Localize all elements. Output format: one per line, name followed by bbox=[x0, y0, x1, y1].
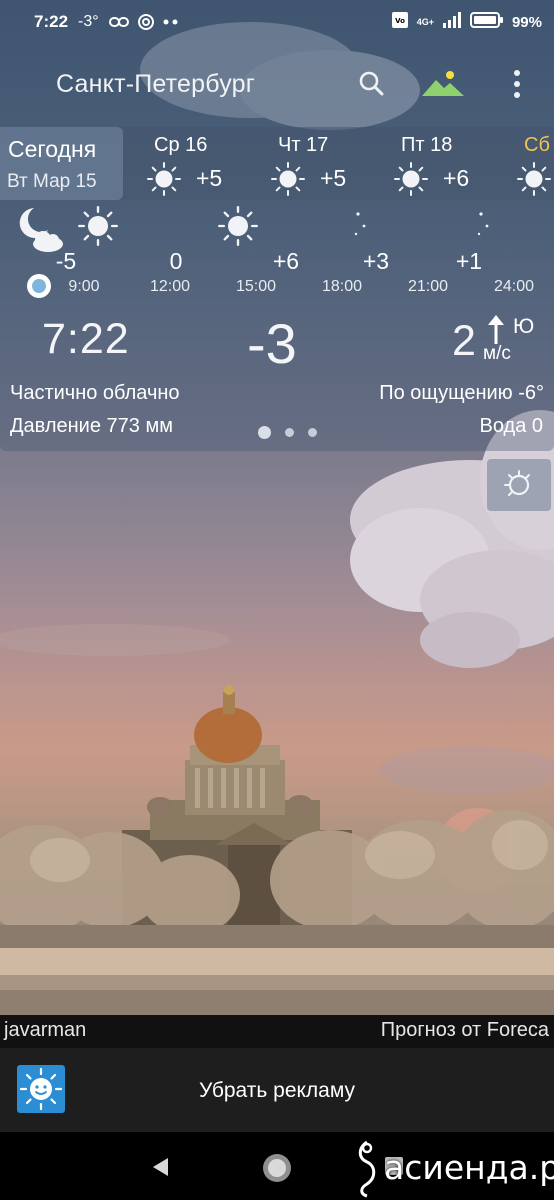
water-temp: Вода 0 bbox=[479, 415, 544, 437]
remove-ads-button[interactable]: Убрать рекламу bbox=[0, 1079, 554, 1103]
day-temp: +6 bbox=[443, 165, 470, 191]
day-item[interactable]: Пт 18 +6 bbox=[387, 127, 497, 200]
hour-label: 21:00 bbox=[407, 278, 449, 295]
wind-speed: 2 bbox=[452, 317, 476, 365]
app-bar: Санкт-Петербург bbox=[0, 56, 554, 114]
svg-text:Vo: Vo bbox=[395, 17, 405, 25]
sun-icon bbox=[517, 162, 551, 196]
feels-like: По ощущению -6° bbox=[379, 382, 544, 404]
moon-stars-icon bbox=[475, 206, 515, 246]
hour-temp: -5 bbox=[55, 248, 77, 274]
at-sign-icon bbox=[137, 13, 155, 31]
hour-temp: 0 bbox=[169, 248, 183, 274]
day-night-toggle-button[interactable] bbox=[487, 459, 551, 511]
watermark-text: асиенда.ру bbox=[384, 1148, 554, 1187]
site-watermark: асиенда.ру bbox=[350, 1138, 554, 1200]
sun-icon bbox=[78, 206, 118, 246]
day-name: Ср 16 bbox=[154, 134, 208, 156]
search-icon[interactable] bbox=[356, 68, 388, 100]
battery-percent: 99% bbox=[511, 13, 542, 31]
city-title[interactable]: Санкт-Петербург bbox=[56, 70, 255, 99]
battery-icon bbox=[469, 11, 504, 34]
forecast-source[interactable]: Прогноз от Foreca bbox=[381, 1019, 549, 1042]
moon-cloud-icon bbox=[12, 204, 68, 254]
hour-label: 12:00 bbox=[149, 278, 191, 295]
back-icon[interactable] bbox=[150, 1156, 170, 1178]
hour-label: 18:00 bbox=[321, 278, 363, 295]
day-today-date: Вт Мар 15 bbox=[7, 171, 97, 192]
moon-stars-icon bbox=[352, 206, 392, 246]
hour-temp: +1 bbox=[455, 248, 483, 274]
sun-icon bbox=[218, 206, 258, 246]
weather-description: Частично облачно bbox=[10, 382, 180, 404]
current-conditions-card[interactable]: 7:22 -3 2 Ю м/с Частично облачно По ощущ… bbox=[0, 305, 554, 451]
brightness-icon bbox=[504, 470, 530, 496]
weather-screen: 7:22 -3° Vo 4G+ 99% Санкт-Петербург Сего… bbox=[0, 0, 554, 1200]
wind-unit: м/с bbox=[483, 343, 511, 364]
wind-arrow-icon bbox=[486, 315, 506, 345]
current-time: 7:22 bbox=[42, 315, 130, 363]
current-hour-marker bbox=[27, 274, 51, 298]
status-bar: 7:22 -3° Vo 4G+ 99% bbox=[0, 0, 554, 44]
network-type-label: 4G+ bbox=[416, 16, 434, 27]
credits-bar: javarman Прогноз от Foreca bbox=[0, 1015, 554, 1048]
hour-label: 15:00 bbox=[235, 278, 277, 295]
day-name: Пт 18 bbox=[401, 134, 453, 156]
day-name: Сб bbox=[524, 134, 550, 156]
more-vert-icon[interactable] bbox=[508, 66, 526, 102]
sun-icon bbox=[147, 162, 181, 196]
day-today[interactable]: Сегодня Вт Мар 15 bbox=[0, 127, 123, 200]
signal-icon bbox=[442, 11, 462, 33]
sun-icon bbox=[271, 162, 305, 196]
page-dot[interactable] bbox=[308, 428, 317, 437]
day-item[interactable]: Сб bbox=[510, 127, 554, 200]
photo-author[interactable]: javarman bbox=[4, 1019, 86, 1042]
hour-label: 9:00 bbox=[68, 278, 100, 295]
page-dot[interactable] bbox=[285, 428, 294, 437]
sun-icon bbox=[394, 162, 428, 196]
hour-temp: +3 bbox=[362, 248, 390, 274]
status-time: 7:22 bbox=[34, 12, 69, 31]
current-temperature: -3 bbox=[247, 312, 297, 375]
background-icon[interactable] bbox=[420, 68, 466, 100]
remove-ads-bar[interactable]: Убрать рекламу bbox=[0, 1048, 554, 1132]
status-temp: -3° bbox=[78, 13, 99, 30]
day-name: Чт 17 bbox=[278, 134, 329, 156]
hour-temp: +6 bbox=[272, 248, 300, 274]
hour-label: 24:00 bbox=[493, 278, 535, 295]
more-notifications-icon bbox=[163, 19, 179, 25]
link-icon bbox=[108, 16, 129, 28]
page-dot-active[interactable] bbox=[258, 426, 271, 439]
day-item[interactable]: Чт 17 +5 bbox=[264, 127, 374, 200]
volte-icon: Vo bbox=[391, 11, 409, 34]
watermark-logo-icon bbox=[358, 1140, 376, 1198]
day-today-label: Сегодня bbox=[8, 136, 97, 162]
wind-direction: Ю bbox=[513, 315, 535, 338]
home-icon[interactable] bbox=[263, 1154, 291, 1182]
hourly-forecast[interactable]: -5 0 +6 +3 +1 9:00 12:00 15:00 18:00 21:… bbox=[0, 200, 554, 305]
pressure: Давление 773 мм bbox=[10, 415, 173, 437]
day-item[interactable]: Ср 16 +5 bbox=[140, 127, 250, 200]
day-temp: +5 bbox=[320, 165, 347, 191]
day-temp: +5 bbox=[196, 165, 223, 191]
daily-forecast-strip[interactable]: Сегодня Вт Мар 15 Ср 16 +5 Чт 17 +5 Пт 1… bbox=[0, 127, 554, 200]
page-indicator[interactable] bbox=[258, 426, 317, 439]
